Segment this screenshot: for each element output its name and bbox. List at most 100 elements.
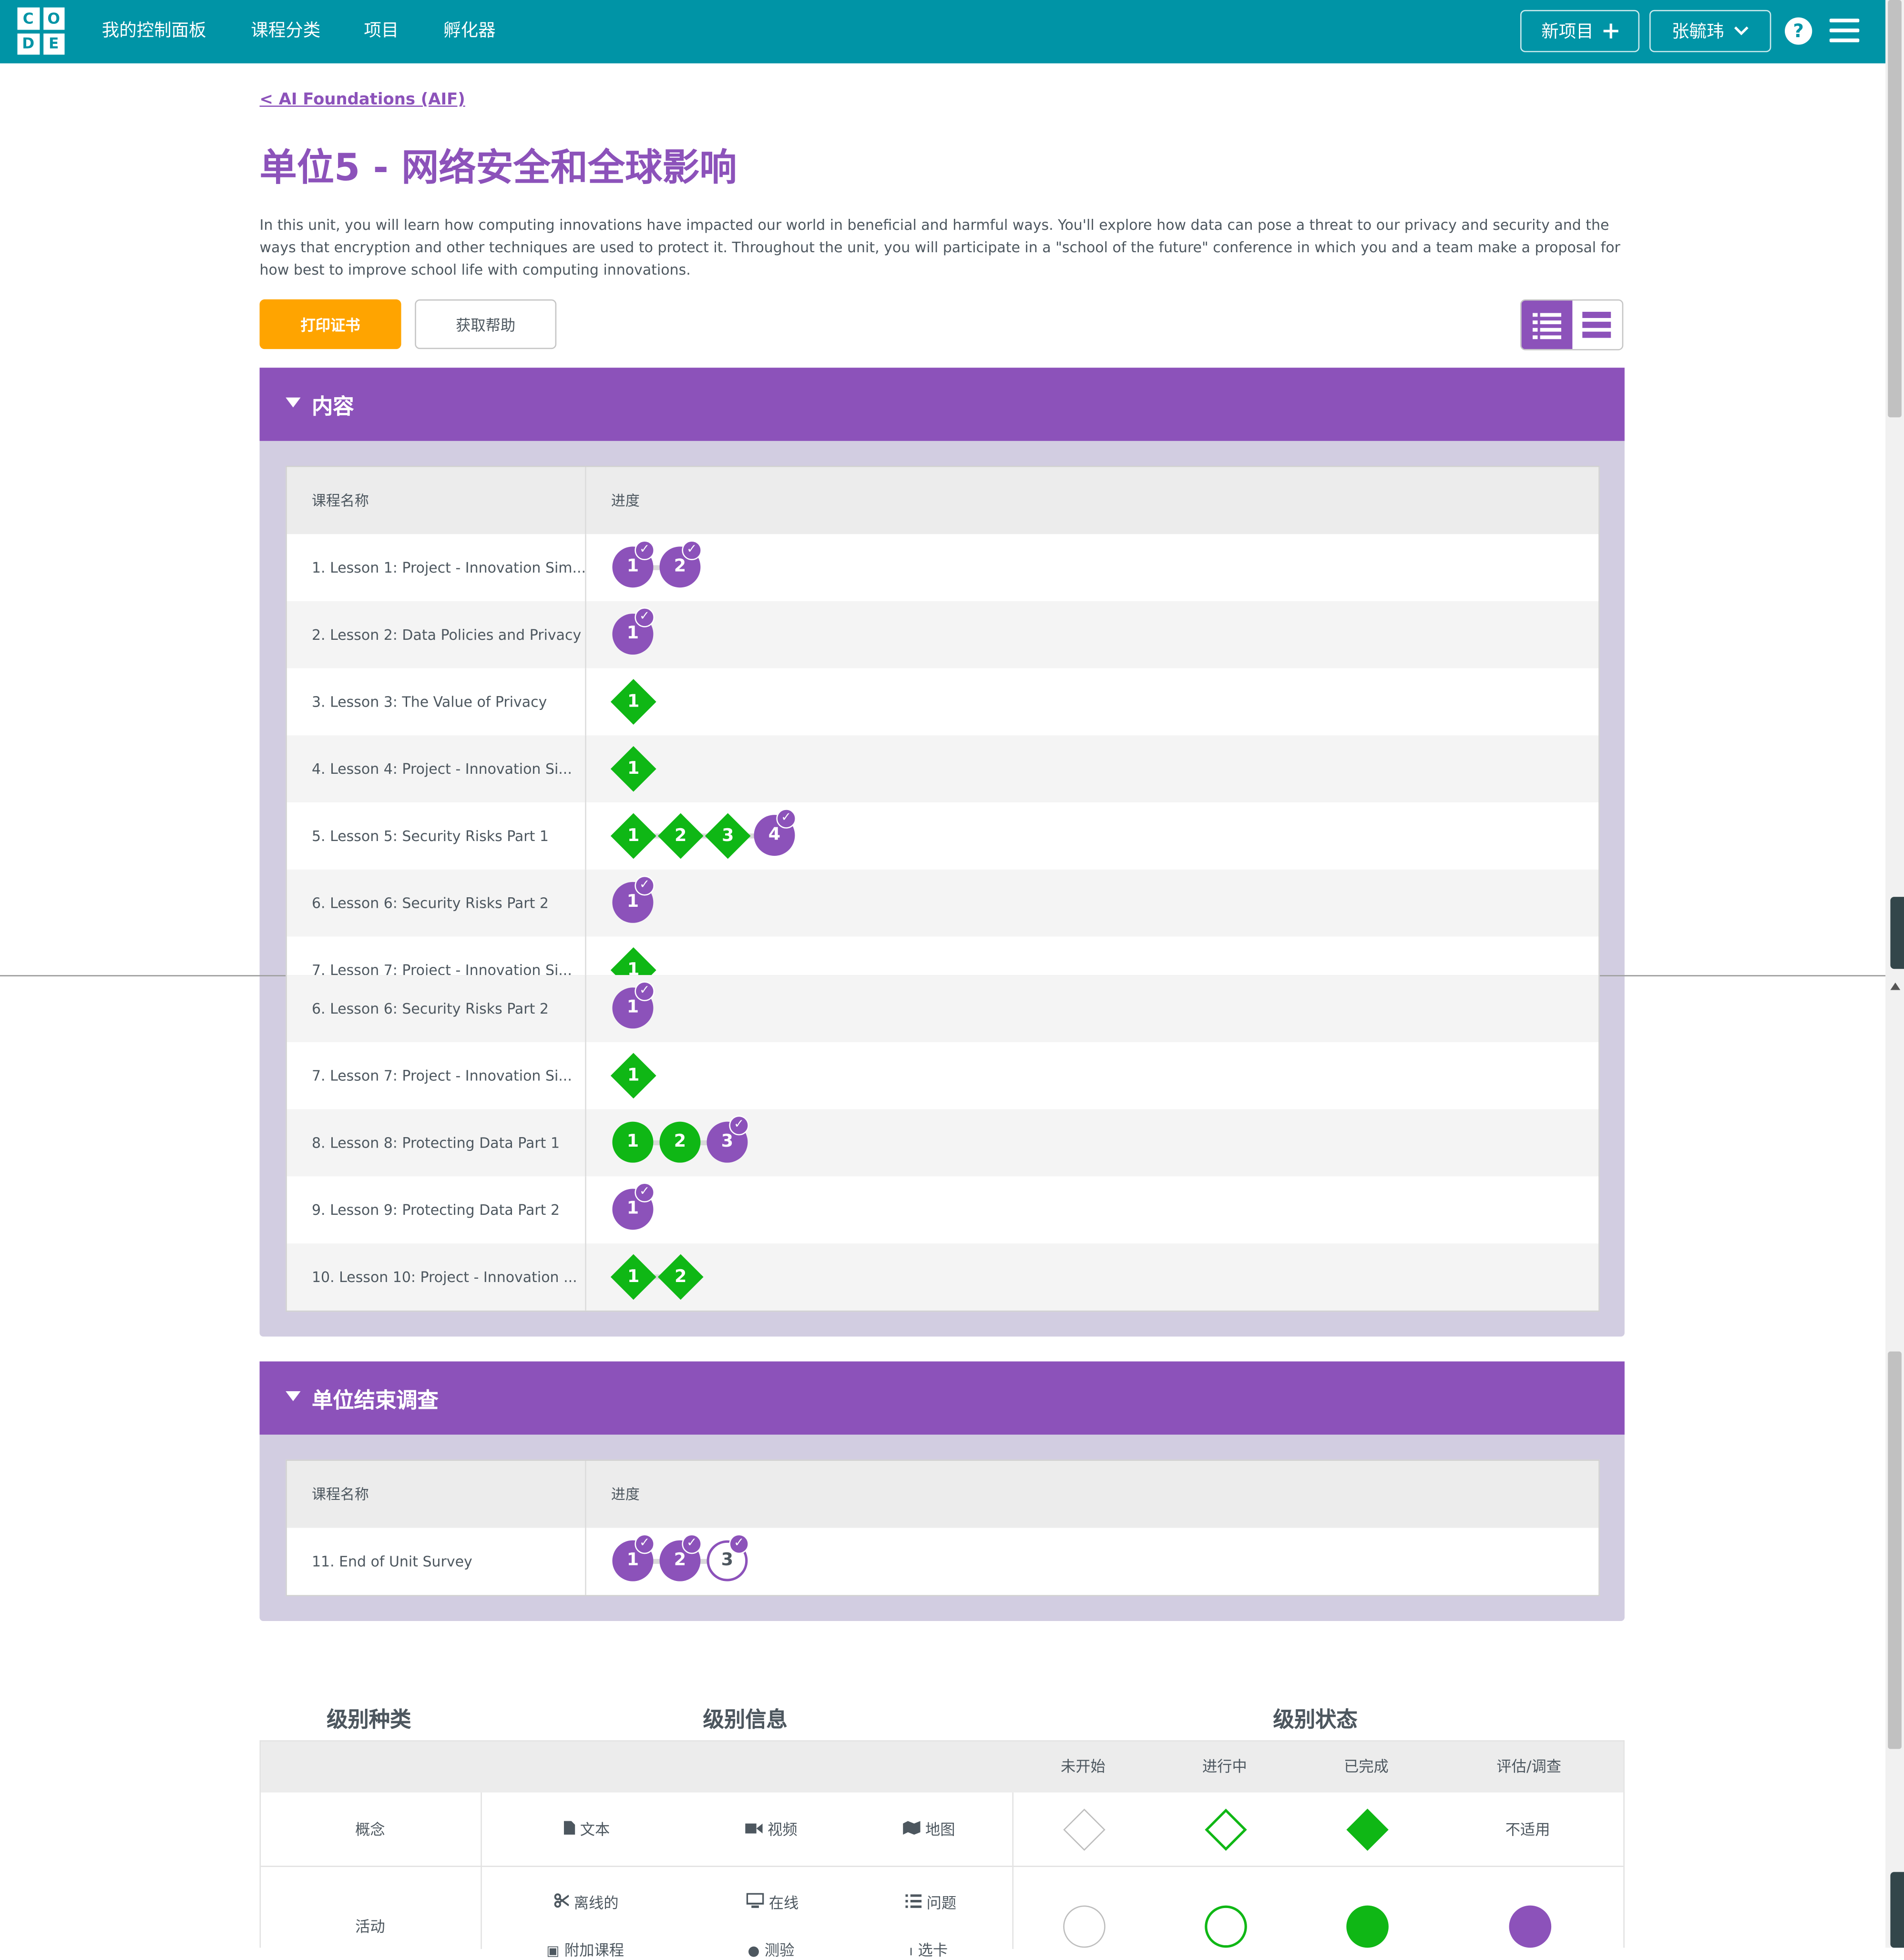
lesson-name-link[interactable]: 8. Lesson 8: Protecting Data Part 1 [312, 1109, 560, 1177]
chevron-down-icon [1734, 26, 1749, 36]
level-bubble-diamond[interactable]: 2 [657, 1254, 703, 1300]
legend-status-not-started: 未开始 [1060, 1757, 1106, 1775]
quiz-icon: ● [747, 1942, 760, 1959]
legend-divider [481, 1792, 482, 1949]
lesson-name-link[interactable]: 5. Lesson 5: Security Risks Part 1 [312, 802, 549, 870]
legend-concept-label: 概念 [355, 1821, 385, 1838]
list-detail-icon[interactable] [1521, 300, 1573, 349]
content-section-header[interactable]: 内容 [259, 368, 1625, 441]
legend-status-in-progress: 进行中 [1202, 1757, 1247, 1775]
column-divider [585, 668, 586, 736]
legend-item-label: 在线 [768, 1894, 799, 1912]
legend-item-label: 附加课程 [564, 1941, 624, 1959]
lesson-name-link[interactable]: 6. Lesson 6: Security Risks Part 2 [312, 870, 549, 937]
scroll-up-arrow-icon[interactable] [1889, 981, 1902, 991]
scrollbar-thumb[interactable] [1888, 1351, 1902, 1749]
legend-item-label: 问题 [926, 1894, 957, 1912]
table-row: 4. Lesson 4: Project - Innovation Si... 1 [287, 735, 1599, 803]
lesson-name-link[interactable]: 10. Lesson 10: Project - Innovation ... [312, 1243, 577, 1311]
list-summary-icon[interactable] [1572, 300, 1622, 349]
section-title: 内容 [311, 395, 354, 420]
page-title: 单位5 - 网络安全和全球影响 [259, 146, 737, 190]
logo-letter: E [42, 33, 65, 55]
legend-header-row: 未开始 进行中 已完成 评估/调查 [261, 1741, 1624, 1793]
lesson-name-link[interactable]: 6. Lesson 6: Security Risks Part 2 [312, 975, 549, 1042]
col-lesson-name: 课程名称 [311, 1486, 369, 1503]
level-bubble[interactable]: 2 [659, 1121, 701, 1163]
table-row: 11. End of Unit Survey 1 ✓ 2 ✓ 3 ✓ [287, 1528, 1599, 1595]
nav-dashboard[interactable]: 我的控制面板 [102, 0, 206, 63]
get-help-button[interactable]: 获取帮助 [415, 299, 557, 349]
legend-circle-in-progress [1205, 1905, 1247, 1948]
lesson-name-link[interactable]: 9. Lesson 9: Protecting Data Part 2 [312, 1176, 560, 1243]
legend-type-heading: 级别种类 [327, 1708, 411, 1733]
level-bubble-diamond[interactable]: 1 [610, 1254, 656, 1300]
lesson-name-link[interactable]: 7. Lesson 7: Project - Innovation Si... [312, 1042, 572, 1109]
lesson-name-link[interactable]: 11. End of Unit Survey [312, 1528, 472, 1595]
level-bubble[interactable]: 1 [612, 1121, 654, 1163]
legend-table: 未开始 进行中 已完成 评估/调查 概念 文本 视频 地图 不适用 活动 离线的… [259, 1740, 1625, 1959]
plus-icon [1603, 23, 1618, 39]
code-logo[interactable]: C O D E [17, 7, 65, 55]
lesson-name-link[interactable]: 4. Lesson 4: Project - Innovation Si... [312, 735, 572, 802]
nav-incubator[interactable]: 孵化器 [443, 0, 495, 63]
scrollbar-thumb[interactable] [1888, 0, 1902, 418]
nav-projects[interactable]: 项目 [364, 0, 399, 63]
table-header-row: 课程名称 进度 [287, 467, 1599, 534]
progress-table: 课程名称 进度 1. Lesson 1: Project - Innovatio… [286, 466, 1600, 1004]
table-row: 10. Lesson 10: Project - Innovation ... 1… [287, 1243, 1599, 1311]
check-icon: ✓ [635, 540, 655, 561]
table-row: 6. Lesson 6: Security Risks Part 2 1 ✓ [287, 975, 1599, 1042]
legend-status-assessment: 评估/调查 [1496, 1757, 1562, 1775]
level-bubble-diamond[interactable]: 2 [657, 813, 703, 859]
check-icon: ✓ [635, 607, 655, 627]
survey-section-header[interactable]: 单位结束调查 [259, 1361, 1625, 1435]
table-row: 1. Lesson 1: Project - Innovation Sim...… [287, 534, 1599, 602]
desktop-icon [746, 1893, 764, 1908]
check-icon: ✓ [682, 540, 702, 561]
column-divider [585, 735, 586, 803]
legend-item-choice: ı 选卡 [909, 1939, 948, 1960]
list-icon [905, 1894, 922, 1908]
legend-item-extra: ▣ 附加课程 [546, 1939, 624, 1960]
lesson-name-link[interactable]: 1. Lesson 1: Project - Innovation Sim... [312, 534, 586, 601]
legend-activity-label: 活动 [355, 1918, 385, 1936]
table-row: 7. Lesson 7: Project - Innovation Si... 1 [287, 1042, 1599, 1109]
check-icon: ✓ [635, 1534, 655, 1554]
col-progress: 进度 [611, 492, 640, 510]
table-row: 2. Lesson 2: Data Policies and Privacy 1 ✓ [287, 601, 1599, 668]
level-bubble-diamond[interactable]: 3 [704, 813, 750, 859]
legend-status-heading: 级别状态 [1273, 1708, 1358, 1733]
level-number: 2 [674, 826, 686, 846]
back-link[interactable]: < AI Foundations (AIF) [260, 91, 465, 109]
column-divider [585, 1042, 586, 1109]
page: C O D E 我的控制面板 课程分类 项目 孵化器 新项目 张毓玮 ? < A… [0, 0, 1904, 1959]
column-divider [585, 975, 586, 1042]
nav-courses[interactable]: 课程分类 [251, 0, 320, 63]
print-certificate-button[interactable]: 打印证书 [259, 299, 401, 349]
legend-info-heading: 级别信息 [703, 1708, 788, 1733]
legend-item-text: 文本 [563, 1818, 610, 1839]
level-bubble-diamond[interactable]: 1 [610, 813, 656, 859]
help-icon[interactable]: ? [1784, 17, 1812, 45]
column-divider [585, 1109, 586, 1177]
legend-item-label: 离线的 [573, 1894, 619, 1912]
level-number: 1 [626, 759, 639, 779]
new-project-button[interactable]: 新项目 [1520, 10, 1640, 52]
user-name: 张毓玮 [1671, 22, 1724, 42]
view-toggle [1520, 299, 1624, 350]
document-icon [563, 1821, 575, 1835]
level-number: 1 [626, 1066, 639, 1086]
level-bubble-diamond[interactable]: 1 [610, 1053, 656, 1099]
side-handle[interactable] [1890, 1872, 1904, 1948]
level-bubble-diamond[interactable]: 1 [610, 746, 656, 792]
user-menu-button[interactable]: 张毓玮 [1649, 10, 1771, 52]
video-icon [745, 1823, 763, 1834]
lesson-name-link[interactable]: 3. Lesson 3: The Value of Privacy [312, 668, 547, 736]
scrollbar[interactable] [1885, 0, 1904, 1948]
hamburger-menu-icon[interactable] [1829, 19, 1860, 43]
level-bubble-diamond[interactable]: 1 [610, 679, 656, 725]
lesson-name-link[interactable]: 2. Lesson 2: Data Policies and Privacy [312, 601, 581, 668]
progress-table: 6. Lesson 6: Security Risks Part 2 1 ✓ 7. L… [286, 975, 1600, 1312]
side-handle[interactable] [1890, 897, 1904, 969]
